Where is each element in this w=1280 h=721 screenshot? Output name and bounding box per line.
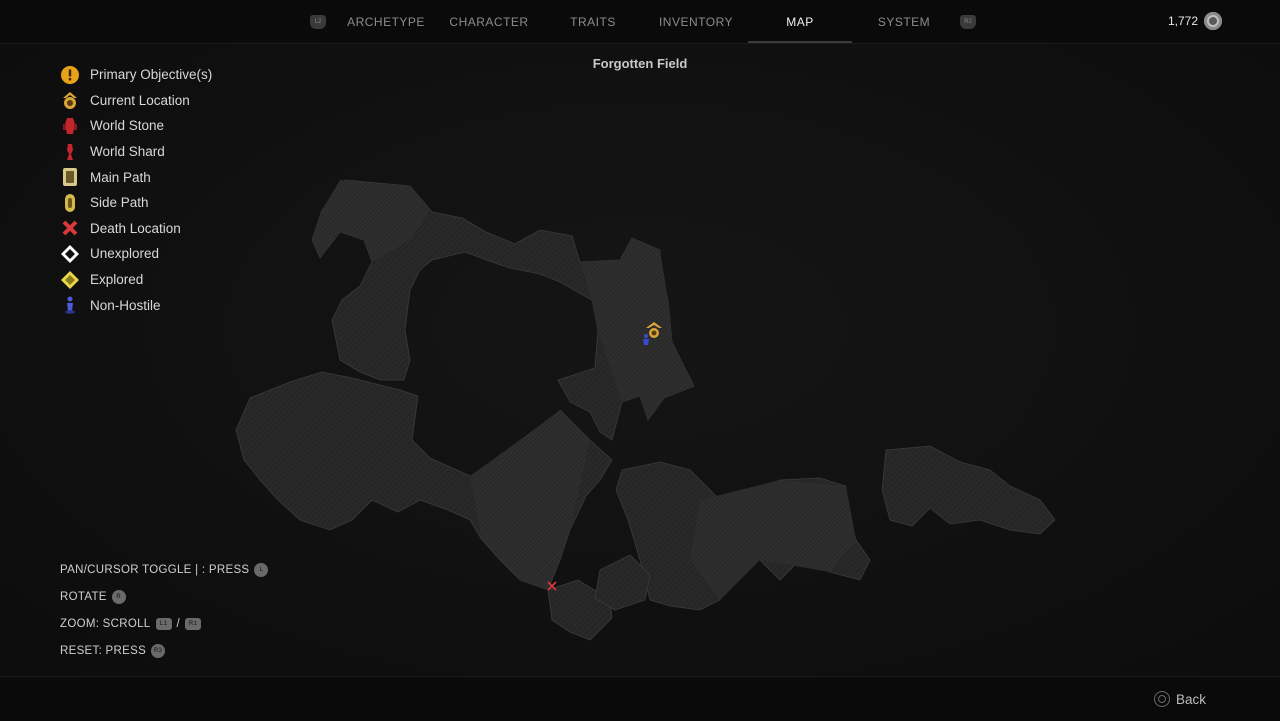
tab-map[interactable]: MAP bbox=[748, 0, 852, 43]
map-legend: Primary Objective(s) Current Location Wo… bbox=[60, 62, 212, 318]
legend-item-current-location: Current Location bbox=[60, 88, 212, 114]
tab-character[interactable]: CHARACTER bbox=[436, 0, 542, 43]
tab-inventory[interactable]: INVENTORY bbox=[644, 0, 748, 43]
area-name: Forgotten Field bbox=[592, 56, 688, 71]
tab-archetype[interactable]: ARCHETYPE bbox=[336, 0, 436, 43]
l2-shoulder-icon[interactable]: L2 bbox=[300, 14, 336, 29]
hint-zoom: ZOOM: SCROLL L1 / R1 bbox=[60, 610, 268, 637]
primary-objective-icon bbox=[60, 65, 80, 85]
r1-button-icon: R1 bbox=[185, 617, 202, 630]
non-hostile-icon bbox=[60, 295, 80, 315]
hint-reset: RESET: PRESS R3 bbox=[60, 637, 268, 664]
death-location-icon bbox=[60, 218, 80, 238]
legend-item-unexplored: Unexplored bbox=[60, 241, 212, 267]
unexplored-icon bbox=[60, 244, 80, 264]
l1-button-icon: L1 bbox=[155, 617, 172, 630]
left-stick-button-icon: L bbox=[254, 562, 269, 577]
hint-rotate: ROTATE R bbox=[60, 583, 268, 610]
world-shard-icon bbox=[60, 142, 80, 162]
legend-item-death-location: Death Location bbox=[60, 216, 212, 242]
main-path-icon bbox=[60, 167, 80, 187]
bottom-bar: Back bbox=[0, 676, 1280, 721]
scrap-coin-icon bbox=[1204, 12, 1222, 30]
r3-button-icon: R3 bbox=[151, 643, 166, 658]
currency-amount: 1,772 bbox=[1167, 14, 1198, 28]
back-button[interactable]: Back bbox=[1153, 691, 1206, 707]
legend-item-side-path: Side Path bbox=[60, 190, 212, 216]
menu-tabs: L2 ARCHETYPE CHARACTER TRAITS INVENTORY … bbox=[300, 0, 980, 43]
currency-display: 1,772 bbox=[1168, 12, 1222, 30]
legend-item-explored: Explored bbox=[60, 267, 212, 293]
top-nav-bar: L2 ARCHETYPE CHARACTER TRAITS INVENTORY … bbox=[0, 0, 1280, 44]
hint-pan-cursor: PAN/CURSOR TOGGLE | : PRESS L bbox=[60, 556, 269, 583]
tab-traits[interactable]: TRAITS bbox=[542, 0, 644, 43]
control-hints: PAN/CURSOR TOGGLE | : PRESS L ROTATE R Z… bbox=[60, 556, 269, 664]
legend-item-primary-objective: Primary Objective(s) bbox=[60, 62, 212, 88]
explored-icon bbox=[60, 270, 80, 290]
circle-button-icon bbox=[1153, 691, 1170, 707]
side-path-icon bbox=[60, 193, 80, 213]
tab-system[interactable]: SYSTEM bbox=[852, 0, 956, 43]
world-stone-icon bbox=[60, 116, 80, 136]
right-stick-button-icon: R bbox=[111, 589, 126, 604]
legend-item-main-path: Main Path bbox=[60, 164, 212, 190]
legend-item-world-shard: World Shard bbox=[60, 139, 212, 165]
r2-shoulder-icon[interactable]: R2 bbox=[956, 14, 980, 29]
legend-item-world-stone: World Stone bbox=[60, 113, 212, 139]
legend-item-non-hostile: Non-Hostile bbox=[60, 292, 212, 318]
current-location-icon bbox=[60, 90, 80, 110]
